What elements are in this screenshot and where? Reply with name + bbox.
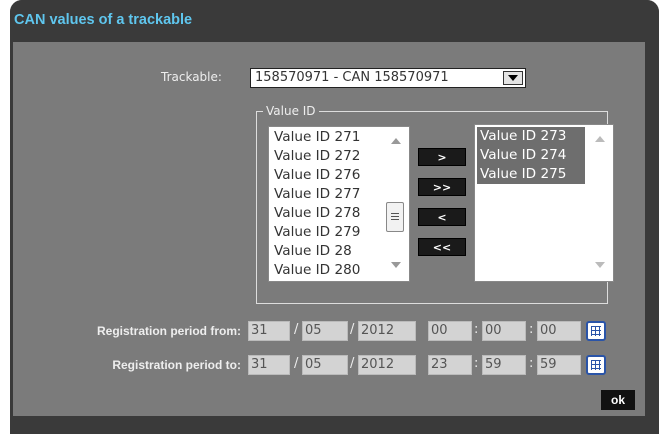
list-item[interactable]: Value ID 273 xyxy=(477,127,585,146)
from-day-field[interactable]: 31 xyxy=(248,321,290,341)
trackable-selected-value: 158570971 - CAN 158570971 xyxy=(255,70,449,85)
period-from-label: Registration period from: xyxy=(96,324,241,338)
to-year-field[interactable]: 2012 xyxy=(358,355,416,375)
to-minute-field[interactable]: 59 xyxy=(482,355,526,375)
dialog-title: CAN values of a trackable xyxy=(14,12,193,28)
value-id-legend: Value ID xyxy=(266,104,316,118)
list-item[interactable]: Value ID 271 xyxy=(271,128,360,147)
trackable-label: Trackable: xyxy=(161,70,222,84)
remove-all-button[interactable]: << xyxy=(418,238,466,256)
from-hour-field[interactable]: 00 xyxy=(428,321,472,341)
list-item[interactable]: Value ID 274 xyxy=(477,146,585,165)
time-separator: : xyxy=(474,356,479,371)
time-separator: : xyxy=(529,356,534,371)
scroll-thumb[interactable] xyxy=(386,202,404,232)
list-item[interactable]: Value ID 275 xyxy=(477,165,585,184)
period-to-label: Registration period to: xyxy=(112,358,241,372)
available-list-scrollbar[interactable] xyxy=(384,128,408,280)
to-hour-field[interactable]: 23 xyxy=(428,355,472,375)
add-selected-button[interactable]: > xyxy=(418,148,466,166)
dropdown-arrow-icon[interactable] xyxy=(503,71,523,85)
date-separator: / xyxy=(294,322,299,337)
available-value-list[interactable]: Value ID 271 Value ID 272 Value ID 276 V… xyxy=(268,126,410,282)
remove-selected-button[interactable]: < xyxy=(418,208,466,226)
list-item[interactable]: Value ID 28 xyxy=(271,242,360,261)
date-separator: / xyxy=(350,322,355,337)
from-minute-field[interactable]: 00 xyxy=(482,321,526,341)
from-second-field[interactable]: 00 xyxy=(537,321,581,341)
list-item[interactable]: Value ID 280 xyxy=(271,261,360,280)
dialog-titlebar: CAN values of a trackable xyxy=(10,0,659,42)
calendar-icon[interactable] xyxy=(586,355,606,375)
time-separator: : xyxy=(474,322,479,337)
list-item[interactable]: Value ID 278 xyxy=(271,204,360,223)
scroll-down-icon[interactable] xyxy=(391,262,401,268)
date-separator: / xyxy=(294,356,299,371)
to-month-field[interactable]: 05 xyxy=(302,355,348,375)
calendar-icon[interactable] xyxy=(586,321,606,341)
add-all-button[interactable]: >> xyxy=(418,178,466,196)
list-item[interactable]: Value ID 272 xyxy=(271,147,360,166)
ok-button[interactable]: ok xyxy=(601,390,635,410)
date-separator: / xyxy=(350,356,355,371)
time-separator: : xyxy=(529,322,534,337)
from-month-field[interactable]: 05 xyxy=(302,321,348,341)
scroll-down-icon[interactable] xyxy=(595,262,605,268)
trackable-select[interactable]: 158570971 - CAN 158570971 xyxy=(250,68,526,88)
from-year-field[interactable]: 2012 xyxy=(358,321,416,341)
scroll-up-icon[interactable] xyxy=(595,136,605,142)
selected-value-list[interactable]: Value ID 273 Value ID 274 Value ID 275 xyxy=(474,124,614,282)
scroll-up-icon[interactable] xyxy=(391,138,401,144)
to-second-field[interactable]: 59 xyxy=(537,355,581,375)
list-item[interactable]: Value ID 279 xyxy=(271,223,360,242)
list-item[interactable]: Value ID 277 xyxy=(271,185,360,204)
to-day-field[interactable]: 31 xyxy=(248,355,290,375)
list-item[interactable]: Value ID 276 xyxy=(271,166,360,185)
selected-list-scrollbar[interactable] xyxy=(588,126,612,280)
